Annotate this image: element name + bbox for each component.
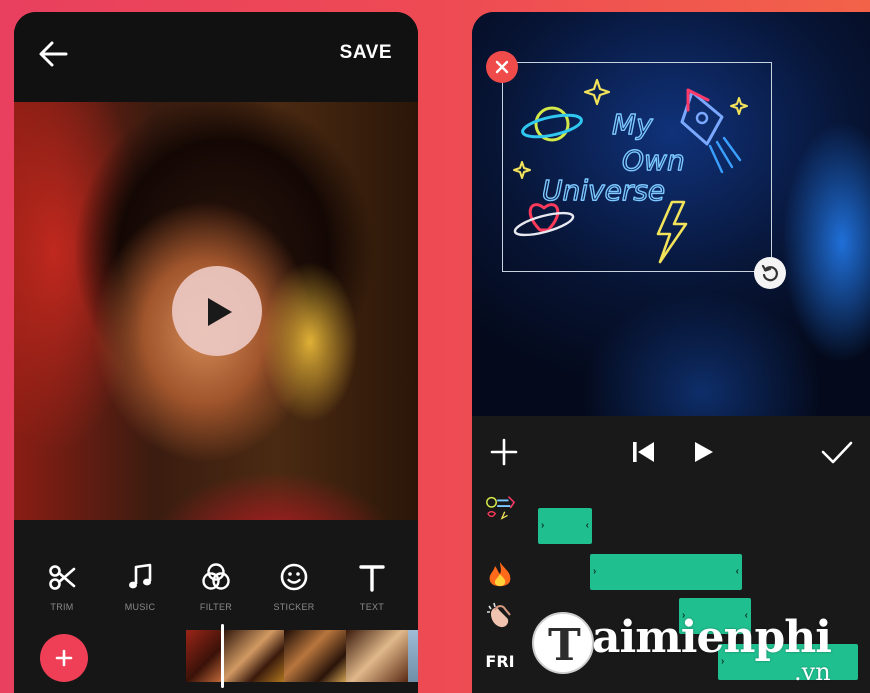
filmstrip-frame [346,630,408,682]
tool-filter[interactable]: FILTER [186,560,246,612]
filmstrip-frame [186,630,222,682]
filmstrip-frame [284,630,346,682]
video-editor-screen: SAVE TRIM MUSIC FILTER STICKER TEXT [14,12,418,693]
filmstrip-frame [408,630,418,682]
sticker-text-line: My [612,108,653,141]
filmstrip-frame [222,630,284,682]
watermark-domain: .vn [794,658,831,686]
music-note-icon [110,560,170,594]
tool-text[interactable]: TEXT [342,560,402,612]
timeline-clip[interactable]: › ‹ [538,508,592,544]
tool-label: TRIM [50,602,74,612]
tool-label: TEXT [359,602,385,612]
arrow-left-icon [39,41,68,67]
filter-icon [186,560,246,594]
plus-icon [55,649,73,667]
check-icon [821,441,853,464]
text-icon [342,560,402,594]
tool-label: FILTER [199,602,233,612]
save-button[interactable]: SAVE [340,42,392,64]
scissors-icon [32,560,92,594]
smiley-icon [264,560,324,594]
clapping-hands-emoji-icon [484,600,516,630]
rotate-icon [761,264,778,282]
confirm-button[interactable] [820,438,854,471]
rotate-sticker-button[interactable] [754,257,786,289]
editing-toolbar: TRIM MUSIC FILTER STICKER TEXT [14,520,418,693]
timeline-clip[interactable]: › ‹ [590,554,742,590]
play-button[interactable] [172,266,262,356]
tool-label: MUSIC [124,602,156,612]
tool-sticker[interactable]: STICKER [264,560,324,612]
play-icon [695,442,713,462]
back-button[interactable] [36,38,72,70]
top-bar: SAVE [14,12,418,102]
add-layer-button[interactable] [490,438,518,471]
sticker-text-line: Universe [542,174,665,207]
sticker-editor-screen: My Own Universe › ‹ › ‹ › ‹ FRI › [472,12,870,693]
watermark: T aimienphi .vn [532,608,862,688]
universe-sticker-thumb [484,492,516,522]
watermark-logo-letter: T [548,620,581,671]
remove-sticker-button[interactable] [486,51,518,83]
skip-back-button[interactable] [630,438,658,471]
fire-emoji-icon [484,560,516,590]
tool-music[interactable]: MUSIC [110,560,170,612]
watermark-logo: T [532,612,594,674]
playback-controls [472,416,870,480]
sticker-text-line: Own [622,144,685,177]
tool-trim[interactable]: TRIM [32,560,92,612]
skip-back-icon [633,442,654,462]
timeline-playhead[interactable] [221,624,224,688]
watermark-text: aimienphi [592,612,832,663]
plus-icon [490,438,518,466]
play-button[interactable] [692,438,716,471]
close-icon [495,60,509,74]
fri-label: FRI [485,651,515,671]
tool-label: STICKER [273,602,315,612]
fri-text-layer: FRI [484,646,516,676]
add-media-button[interactable] [40,634,88,682]
video-preview[interactable]: My Own Universe [472,12,870,416]
neon-sticker[interactable]: My Own Universe [502,62,772,272]
video-preview[interactable] [14,102,418,520]
play-icon [208,298,232,326]
